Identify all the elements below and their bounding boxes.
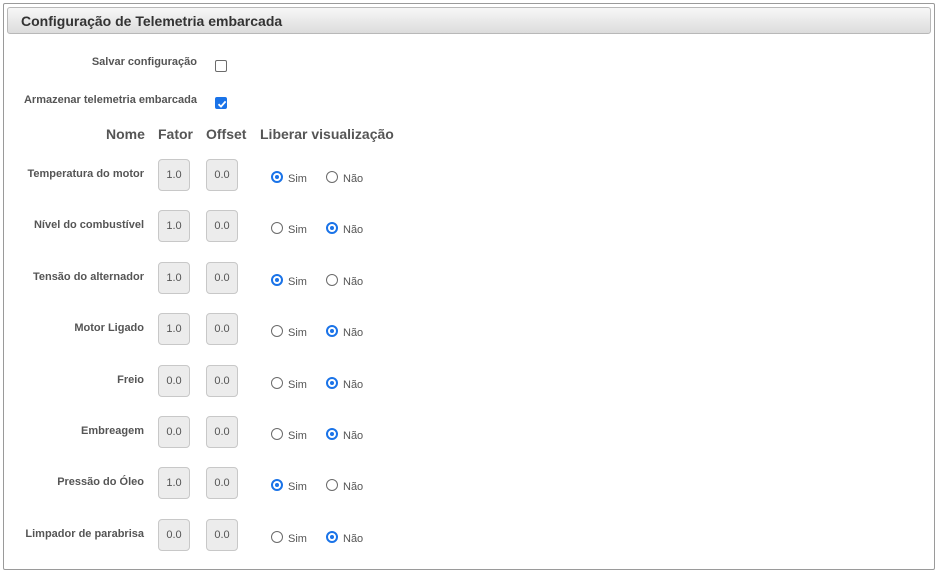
factor-input[interactable]: 1.0 — [158, 159, 190, 191]
visibility-radio-nao[interactable] — [326, 530, 338, 543]
row-name-label: Temperatura do motor — [27, 168, 144, 180]
column-header-offset: Offset — [206, 126, 247, 142]
factor-input[interactable]: 1.0 — [158, 467, 190, 500]
check-icon — [217, 100, 227, 108]
row-name-label: Pressão do Óleo — [57, 476, 144, 489]
visibility-radio-nao[interactable] — [326, 428, 338, 440]
row-name-label: Embreagem — [81, 425, 144, 437]
store-telemetry-label: Armazenar telemetria embarcada — [23, 94, 197, 106]
factor-input[interactable]: 1.0 — [158, 261, 190, 294]
radio-label-sim: Sim — [288, 430, 307, 442]
offset-input[interactable]: 0.0 — [206, 416, 238, 448]
radio-label-nao: Não — [343, 327, 364, 340]
save-config-checkbox[interactable] — [215, 60, 227, 72]
visibility-radio-sim[interactable] — [271, 273, 283, 286]
row-name-label: Limpador de parabrisa — [25, 527, 144, 540]
panel-title: Configuração de Telemetria embarcada — [21, 13, 283, 29]
radio-label-sim: Sim — [288, 275, 307, 288]
offset-input[interactable]: 0.0 — [206, 364, 238, 397]
offset-input[interactable]: 0.0 — [206, 210, 238, 243]
factor-input[interactable]: 1.0 — [158, 210, 190, 243]
visibility-radio-nao[interactable] — [326, 273, 338, 286]
visibility-radio-sim[interactable] — [271, 428, 283, 440]
save-config-label: Salvar configuração — [91, 56, 197, 68]
radio-label-sim: Sim — [288, 327, 307, 340]
factor-input[interactable]: 0.0 — [158, 364, 190, 397]
visibility-radio-sim[interactable] — [271, 376, 283, 389]
radio-label-nao: Não — [343, 430, 364, 442]
factor-input[interactable]: 0.0 — [158, 518, 190, 551]
visibility-radio-nao[interactable] — [326, 171, 338, 183]
offset-input[interactable]: 0.0 — [206, 313, 238, 346]
offset-input[interactable]: 0.0 — [206, 467, 238, 500]
radio-label-sim: Sim — [288, 481, 307, 494]
row-name-label: Freio — [117, 373, 144, 386]
radio-label-nao: Não — [343, 173, 364, 185]
row-name-label: Motor Ligado — [74, 322, 144, 335]
radio-label-sim: Sim — [288, 224, 307, 237]
column-header-name: Nome — [106, 126, 145, 142]
offset-input[interactable]: 0.0 — [206, 159, 238, 191]
radio-label-nao: Não — [343, 532, 364, 545]
offset-input[interactable]: 0.0 — [206, 261, 238, 294]
radio-label-sim: Sim — [288, 378, 307, 391]
factor-input[interactable]: 0.0 — [158, 416, 190, 448]
radio-label-sim: Sim — [288, 173, 307, 185]
column-header-factor: Fator — [158, 126, 193, 142]
row-name-label: Nível do combustível — [33, 219, 144, 232]
row-name-label: Tensão do alternador — [32, 270, 144, 283]
radio-label-nao: Não — [343, 224, 364, 237]
factor-input[interactable]: 1.0 — [158, 313, 190, 346]
radio-label-nao: Não — [343, 275, 364, 288]
visibility-radio-sim[interactable] — [271, 171, 283, 183]
radio-label-nao: Não — [343, 378, 364, 391]
store-telemetry-checkbox[interactable] — [215, 97, 227, 109]
visibility-radio-sim[interactable] — [271, 530, 283, 543]
column-header-visibility: Liberar visualização — [260, 126, 394, 142]
visibility-radio-nao[interactable] — [326, 376, 338, 389]
radio-label-sim: Sim — [288, 532, 307, 545]
panel-header: Configuração de Telemetria embarcada — [7, 7, 931, 34]
radio-label-nao: Não — [343, 481, 364, 494]
offset-input[interactable]: 0.0 — [206, 518, 238, 551]
